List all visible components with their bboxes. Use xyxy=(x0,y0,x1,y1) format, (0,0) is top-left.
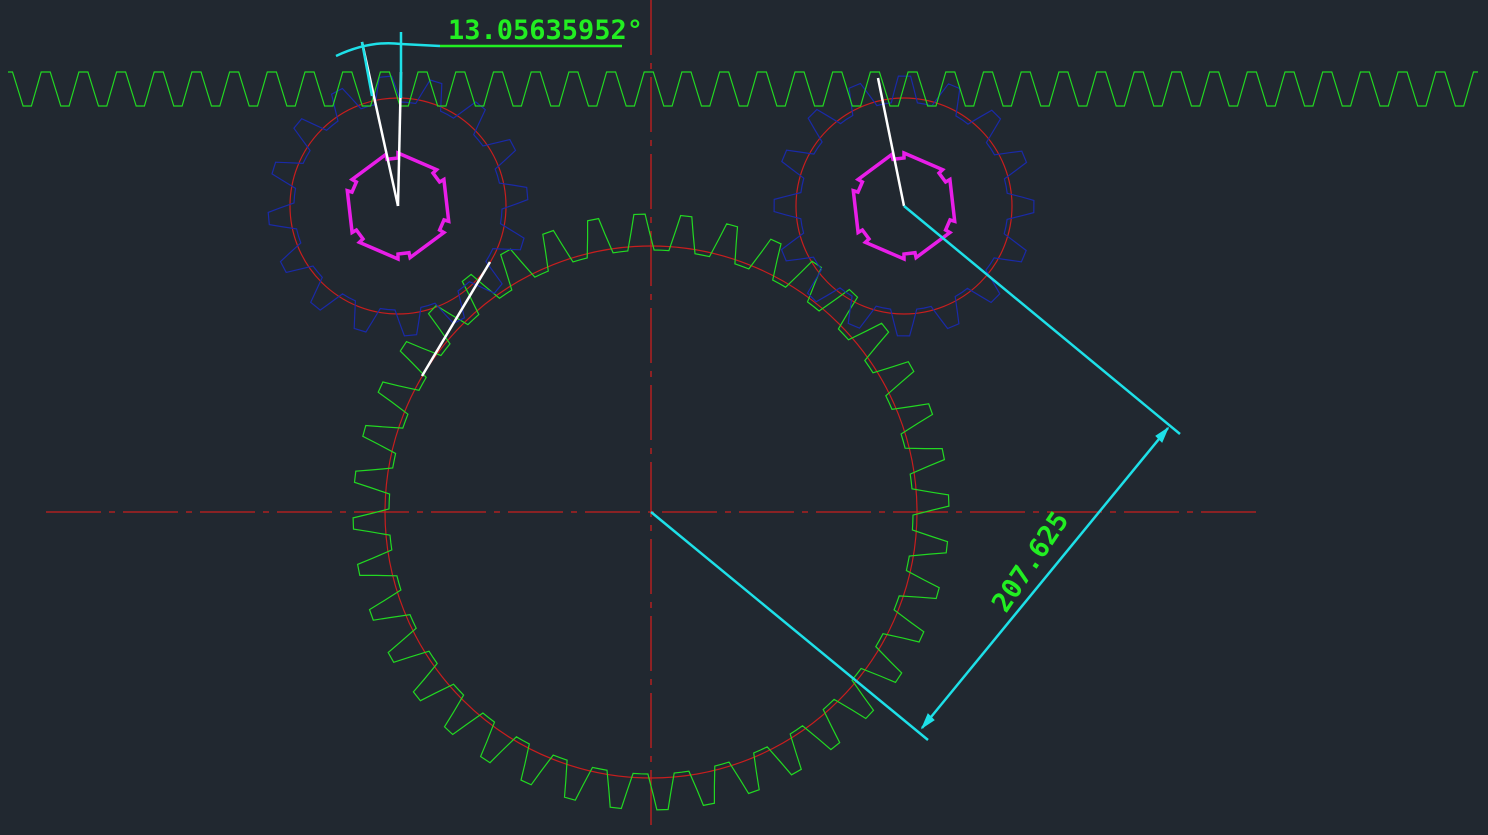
angle-dimension-arc xyxy=(335,41,402,58)
cad-drawing-canvas[interactable]: 13.05635952° 207.625 xyxy=(0,0,1488,830)
construction-line-3 xyxy=(876,77,906,207)
gear-drawing: 13.05635952° 207.625 xyxy=(8,0,1478,830)
linear-dimension-text[interactable]: 207.625 xyxy=(986,506,1075,618)
angle-leader-line xyxy=(400,42,441,48)
angle-dimension-text[interactable]: 13.05635952° xyxy=(448,15,643,46)
gears-layer xyxy=(8,71,1478,811)
construction-lines-layer xyxy=(360,41,906,377)
centerlines-layer xyxy=(46,0,1256,830)
angle-extension-line-1 xyxy=(360,41,374,97)
linear-extension-line-1 xyxy=(650,511,929,741)
dimensions-layer xyxy=(335,32,1181,741)
linear-extension-line-2 xyxy=(903,205,1181,435)
linear-dimension-line xyxy=(921,427,1169,729)
rack-outline xyxy=(8,71,1478,107)
